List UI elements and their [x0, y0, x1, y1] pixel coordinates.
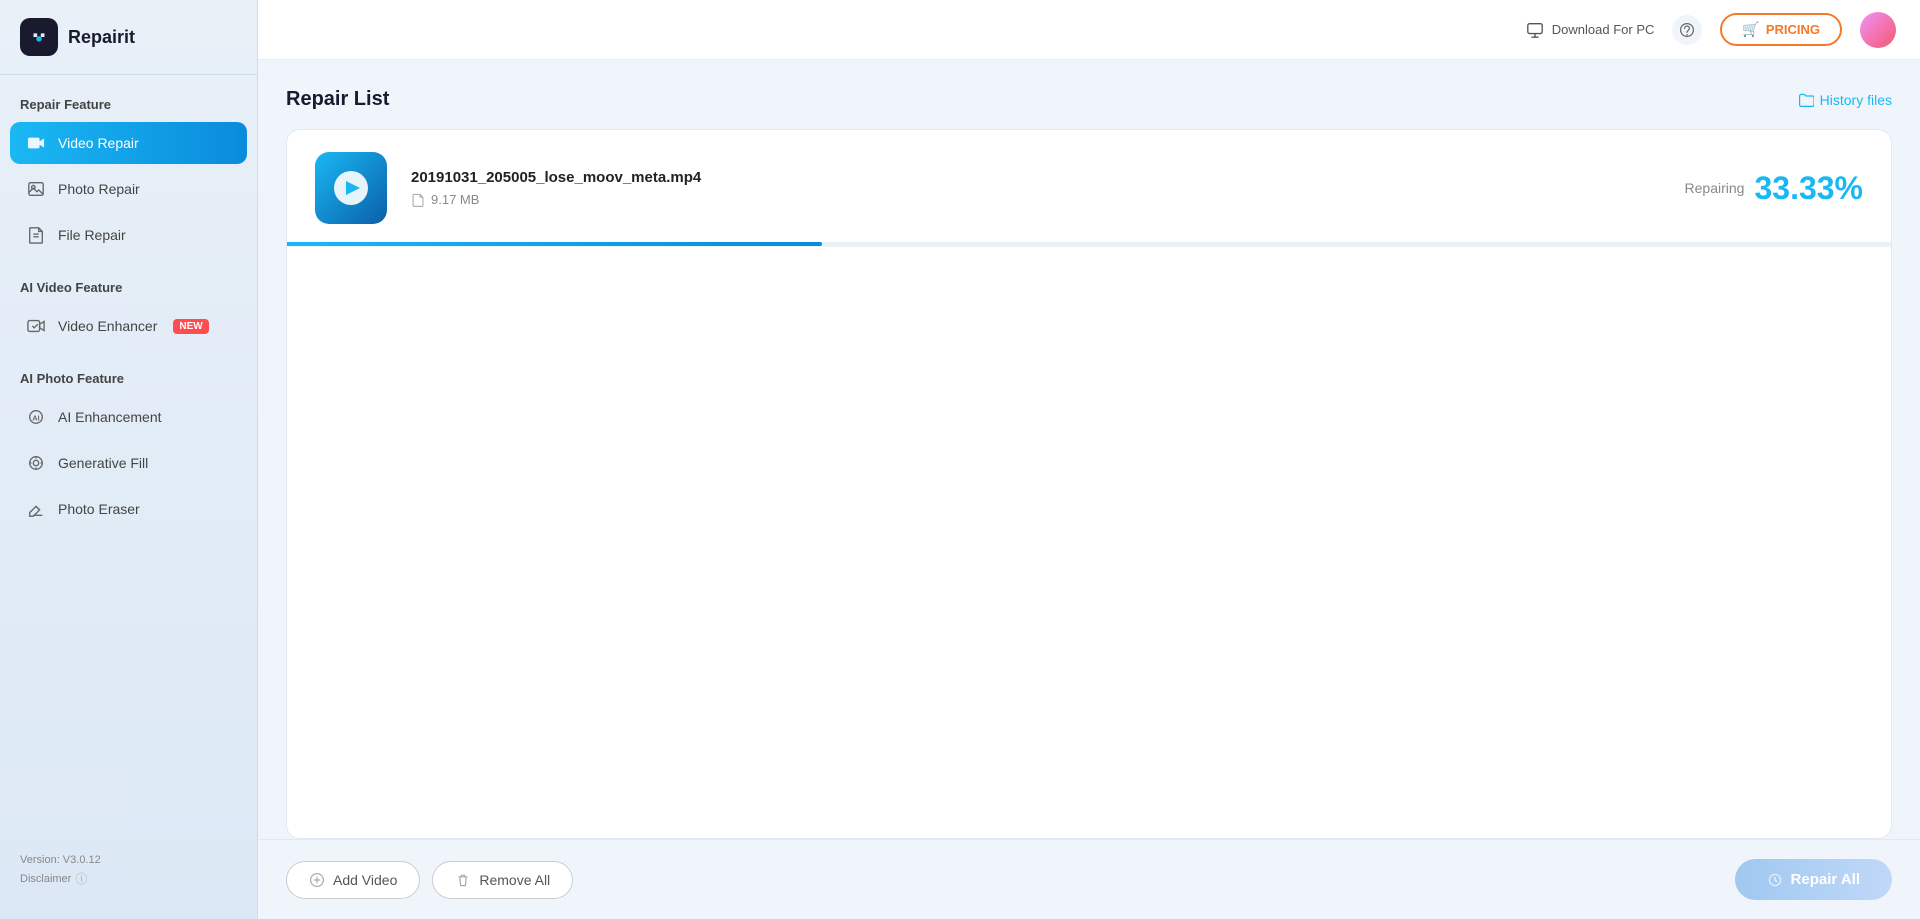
sidebar: Repairit Repair Feature Video Repair Pho…	[0, 0, 258, 919]
video-enhancer-icon	[26, 316, 46, 336]
info-icon: ⓘ	[75, 870, 87, 887]
user-avatar[interactable]	[1860, 12, 1896, 48]
ai-enhancement-icon: AI	[26, 407, 46, 427]
file-card: 20191031_205005_lose_moov_meta.mp4 9.17 …	[287, 130, 1891, 247]
add-icon	[309, 872, 325, 888]
sidebar-item-photo-eraser[interactable]: Photo Eraser	[10, 488, 247, 530]
svg-text:AI: AI	[32, 414, 39, 423]
trash-icon	[455, 872, 471, 888]
bottom-left-buttons: Add Video Remove All	[286, 861, 573, 899]
file-name: 20191031_205005_lose_moov_meta.mp4	[411, 169, 1685, 186]
repair-feature-section-title: Repair Feature	[0, 75, 257, 120]
generative-fill-icon	[26, 453, 46, 473]
repair-all-button[interactable]: Repair All	[1735, 859, 1892, 900]
main-content: Download For PC 🛒 PRICING Repair List Hi…	[258, 0, 1920, 919]
pricing-button[interactable]: 🛒 PRICING	[1720, 13, 1842, 46]
logo-icon	[20, 18, 58, 56]
download-label: Download For PC	[1552, 22, 1655, 37]
sidebar-item-video-repair-label: Video Repair	[58, 135, 139, 151]
folder-icon	[1798, 92, 1814, 108]
pricing-label: PRICING	[1766, 22, 1820, 37]
repairing-percent: 33.33%	[1754, 170, 1863, 207]
file-thumbnail	[315, 152, 387, 224]
add-video-button[interactable]: Add Video	[286, 861, 420, 899]
sidebar-item-file-repair-label: File Repair	[58, 227, 126, 243]
sidebar-footer: Version: V3.0.12 Disclaimer ⓘ	[0, 842, 257, 899]
sidebar-item-video-enhancer-label: Video Enhancer	[58, 318, 157, 334]
video-repair-icon	[26, 133, 46, 153]
sidebar-item-photo-repair[interactable]: Photo Repair	[10, 168, 247, 210]
repair-icon	[1767, 872, 1783, 888]
sidebar-item-generative-fill[interactable]: Generative Fill	[10, 442, 247, 484]
help-button[interactable]	[1672, 15, 1702, 45]
app-name: Repairit	[68, 27, 135, 48]
bottombar: Add Video Remove All Repair All	[258, 839, 1920, 919]
disclaimer-link[interactable]: Disclaimer ⓘ	[20, 870, 237, 887]
sidebar-item-ai-enhancement-label: AI Enhancement	[58, 409, 162, 425]
remove-all-label: Remove All	[479, 872, 550, 888]
file-list-area: 20191031_205005_lose_moov_meta.mp4 9.17 …	[286, 129, 1892, 839]
download-for-pc-button[interactable]: Download For PC	[1526, 21, 1655, 39]
repairing-label: Repairing	[1685, 180, 1745, 196]
headset-icon	[1679, 22, 1695, 38]
content-area: Repair List History files 20191031_20500…	[258, 60, 1920, 839]
sidebar-item-photo-eraser-label: Photo Eraser	[58, 501, 140, 517]
photo-repair-icon	[26, 179, 46, 199]
sidebar-item-ai-enhancement[interactable]: AI AI Enhancement	[10, 396, 247, 438]
play-button[interactable]	[334, 171, 368, 205]
cart-icon: 🛒	[1742, 21, 1759, 38]
page-title: Repair List	[286, 88, 389, 111]
photo-eraser-icon	[26, 499, 46, 519]
ai-photo-section-title: AI Photo Feature	[0, 349, 257, 394]
play-triangle-icon	[346, 181, 360, 195]
app-logo: Repairit	[0, 0, 257, 75]
file-info: 20191031_205005_lose_moov_meta.mp4 9.17 …	[411, 169, 1685, 207]
file-size-text: 9.17 MB	[431, 192, 479, 207]
ai-video-section-title: AI Video Feature	[0, 258, 257, 303]
history-files-button[interactable]: History files	[1798, 92, 1892, 108]
remove-all-button[interactable]: Remove All	[432, 861, 573, 899]
content-header: Repair List History files	[286, 88, 1892, 111]
history-files-label: History files	[1820, 92, 1892, 108]
file-size-icon	[411, 193, 425, 207]
sidebar-item-video-repair[interactable]: Video Repair	[10, 122, 247, 164]
progress-bar-container	[287, 242, 1891, 246]
sidebar-item-video-enhancer[interactable]: Video Enhancer NEW	[10, 305, 247, 347]
add-video-label: Add Video	[333, 872, 397, 888]
file-size: 9.17 MB	[411, 192, 1685, 207]
file-status-area: Repairing 33.33%	[1685, 170, 1863, 207]
sidebar-item-photo-repair-label: Photo Repair	[58, 181, 140, 197]
repair-all-label: Repair All	[1791, 871, 1860, 888]
sidebar-item-generative-fill-label: Generative Fill	[58, 455, 148, 471]
new-badge: NEW	[173, 319, 208, 334]
monitor-icon	[1526, 21, 1544, 39]
progress-bar-fill	[287, 242, 822, 246]
topbar: Download For PC 🛒 PRICING	[258, 0, 1920, 60]
sidebar-item-file-repair[interactable]: File Repair	[10, 214, 247, 256]
file-repair-icon	[26, 225, 46, 245]
version-text: Version: V3.0.12	[20, 854, 237, 866]
